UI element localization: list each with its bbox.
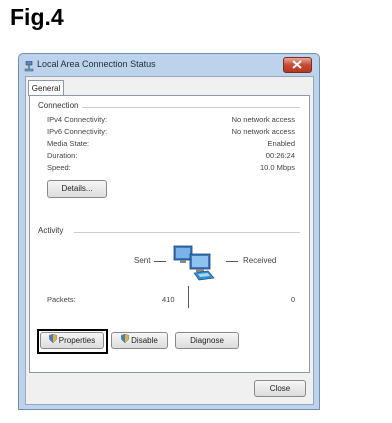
properties-button[interactable]: Properties bbox=[40, 332, 104, 349]
disable-button[interactable]: Disable bbox=[111, 332, 168, 349]
media-state-value: Enabled bbox=[267, 139, 295, 148]
packets-sent-value: 410 bbox=[162, 295, 175, 304]
ipv6-label: IPv6 Connectivity: bbox=[47, 127, 108, 136]
tab-general[interactable]: General bbox=[28, 80, 64, 96]
activity-group-label: Activity bbox=[38, 226, 68, 235]
packets-label: Packets: bbox=[47, 295, 76, 304]
close-button[interactable]: Close bbox=[254, 380, 306, 397]
received-line bbox=[226, 261, 238, 262]
ipv4-label: IPv4 Connectivity: bbox=[47, 115, 108, 124]
received-label: Received bbox=[243, 256, 277, 265]
disable-label: Disable bbox=[131, 336, 158, 345]
title-bar[interactable]: Local Area Connection Status bbox=[19, 54, 319, 76]
ipv4-value: No network access bbox=[231, 115, 295, 124]
window-title: Local Area Connection Status bbox=[37, 59, 156, 69]
close-icon bbox=[292, 60, 302, 69]
speed-value: 10.0 Mbps bbox=[259, 163, 295, 172]
diagnose-button[interactable]: Diagnose bbox=[175, 332, 239, 349]
media-state-label: Media State: bbox=[47, 139, 90, 148]
window-close-button[interactable] bbox=[283, 57, 312, 73]
dialog-body: General Connection IPv4 Connectivity: No… bbox=[25, 76, 314, 405]
network-connection-icon bbox=[24, 59, 34, 72]
shield-icon bbox=[48, 333, 58, 348]
duration-value: 00:26:24 bbox=[265, 151, 295, 160]
sent-label: Sent bbox=[134, 256, 151, 265]
network-computers-icon bbox=[168, 240, 222, 287]
status-window: Local Area Connection Status General Con… bbox=[18, 53, 320, 410]
duration-label: Duration: bbox=[47, 151, 78, 160]
sent-line bbox=[154, 261, 166, 262]
figure-label: Fig.4 bbox=[10, 4, 64, 30]
ipv6-value: No network access bbox=[231, 127, 295, 136]
properties-label: Properties bbox=[58, 336, 96, 345]
general-panel: Connection IPv4 Connectivity: No network… bbox=[29, 95, 310, 373]
packets-divider bbox=[188, 286, 189, 308]
speed-label: Speed: bbox=[47, 163, 71, 172]
details-button[interactable]: Details... bbox=[47, 180, 107, 198]
packets-received-value: 0 bbox=[290, 295, 295, 304]
connection-divider bbox=[80, 107, 300, 108]
connection-group-label: Connection bbox=[38, 101, 83, 110]
shield-icon bbox=[120, 333, 130, 348]
activity-divider bbox=[74, 232, 300, 233]
